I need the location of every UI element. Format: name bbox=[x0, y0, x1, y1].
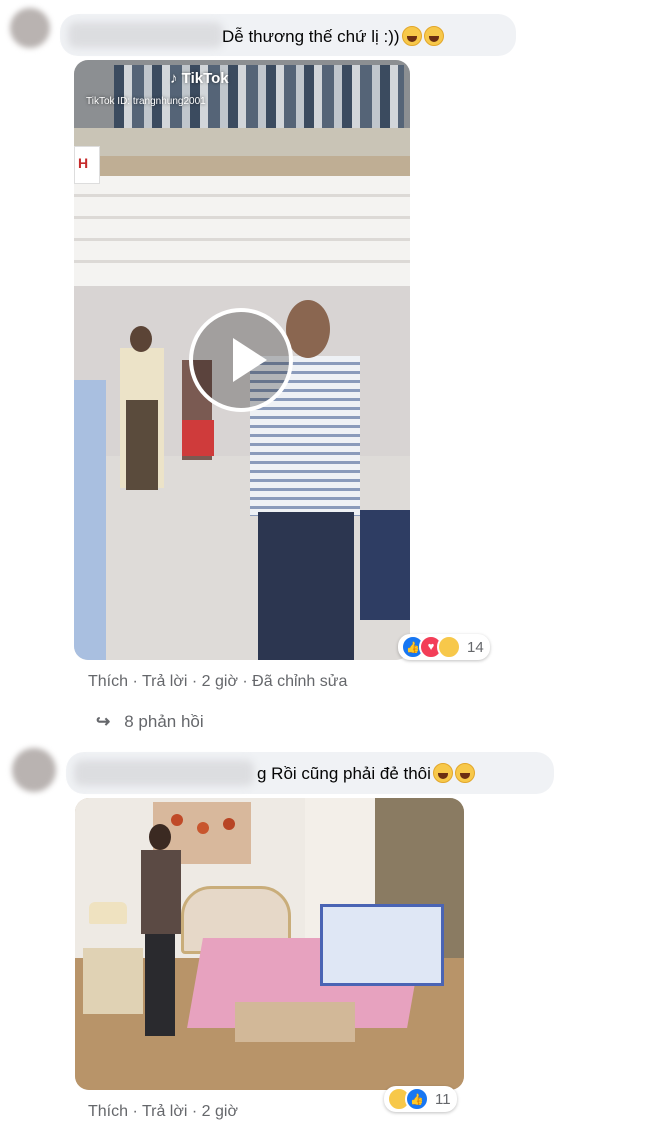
edited-label: Đã chỉnh sửa bbox=[252, 673, 348, 690]
like-reaction-icon: 👍 bbox=[405, 1087, 429, 1111]
comment-text: g Rồi cũng phải đẻ thôi bbox=[257, 763, 475, 784]
like-link[interactable]: Thích bbox=[88, 1103, 128, 1120]
reaction-summary[interactable]: 👍 11 bbox=[384, 1086, 457, 1112]
view-replies-link[interactable]: ↪ 8 phản hồi bbox=[96, 712, 204, 732]
comment-text: Dễ thương thế chứ lị :)) bbox=[222, 26, 444, 47]
reply-link[interactable]: Trả lời bbox=[142, 1103, 187, 1120]
reaction-summary[interactable]: 👍 ♥ 14 bbox=[398, 634, 490, 660]
like-link[interactable]: Thích bbox=[88, 673, 128, 690]
person-right-edge bbox=[360, 510, 410, 620]
timestamp[interactable]: 2 giờ bbox=[202, 673, 238, 690]
comment-actions: Thích · Trả lời · 2 giờ · Đã chỉnh sửa bbox=[88, 673, 348, 690]
hospital-sign bbox=[74, 146, 100, 184]
man-standing bbox=[139, 824, 181, 1036]
laughing-face-icon bbox=[401, 26, 422, 46]
person-left-edge bbox=[74, 380, 106, 660]
tiktok-logo: ♪ TikTok bbox=[170, 70, 229, 87]
play-button-icon[interactable] bbox=[189, 308, 293, 412]
author-name-blurred[interactable] bbox=[68, 22, 223, 48]
photo-attachment[interactable] bbox=[75, 798, 464, 1090]
tiktok-id: TikTok ID: trangnhung2001 bbox=[86, 96, 206, 107]
rolling-laughing-face-icon bbox=[432, 763, 453, 783]
nightstand bbox=[83, 948, 143, 1014]
laughing-face-icon bbox=[423, 26, 444, 46]
video-attachment[interactable]: ♪ TikTok TikTok ID: trangnhung2001 bbox=[74, 60, 410, 660]
reaction-count: 14 bbox=[467, 638, 484, 656]
haha-reaction-icon bbox=[437, 635, 461, 659]
avatar[interactable] bbox=[10, 8, 50, 48]
timestamp[interactable]: 2 giờ bbox=[202, 1103, 238, 1120]
author-name-blurred[interactable] bbox=[74, 760, 254, 786]
reaction-count: 11 bbox=[435, 1090, 451, 1108]
reply-link[interactable]: Trả lời bbox=[142, 673, 187, 690]
lamp bbox=[89, 902, 127, 924]
rolling-laughing-face-icon bbox=[454, 763, 475, 783]
reply-arrow-icon: ↪ bbox=[96, 712, 111, 731]
avatar[interactable] bbox=[12, 748, 56, 792]
comment-actions: Thích · Trả lời · 2 giờ bbox=[88, 1103, 238, 1120]
baby-crib bbox=[320, 904, 444, 986]
